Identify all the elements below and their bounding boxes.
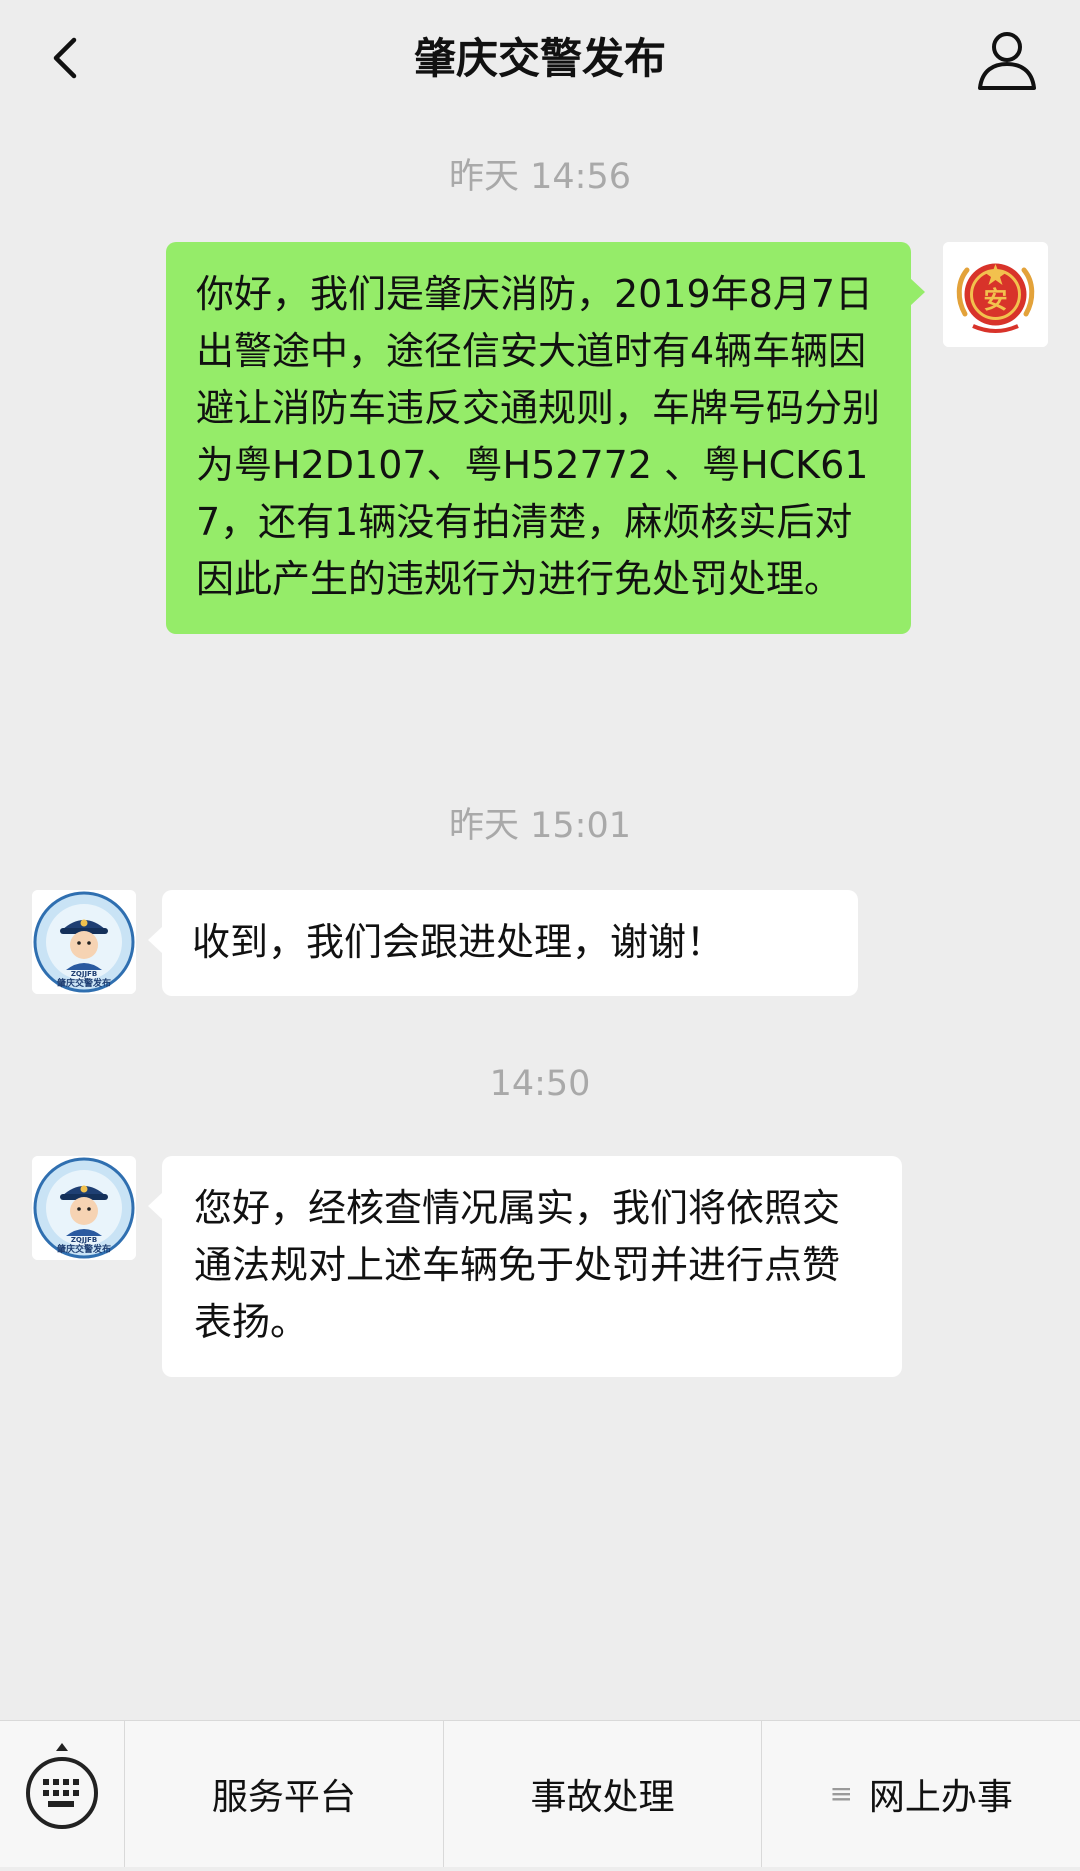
chevron-left-icon [53, 37, 77, 79]
traffic-police-mascot-icon: ZQJJFB 肇庆交警发布 [32, 1156, 136, 1260]
avatar-abbr: ZQJJFB [71, 970, 97, 978]
back-button[interactable] [38, 28, 98, 88]
profile-button[interactable] [974, 26, 1040, 92]
avatar-caption: 肇庆交警发布 [57, 1243, 111, 1255]
official-avatar[interactable]: ZQJJFB 肇庆交警发布 [32, 890, 136, 994]
message-timestamp: 昨天 15:01 [449, 806, 631, 846]
message-text: 你好，我们是肇庆消防，2019年8月7日出警途中，途径信安大道时有4辆车辆因避让… [196, 272, 881, 601]
chat-title: 肇庆交警发布 [413, 34, 666, 83]
chat-header: 肇庆交警发布 [0, 0, 1080, 118]
menu-label: 服务平台 [211, 1777, 356, 1818]
menu-service-platform[interactable]: 服务平台 [125, 1721, 444, 1867]
avatar-caption: 肇庆交警发布 [57, 977, 111, 989]
avatar-abbr: ZQJJFB [71, 1236, 97, 1244]
traffic-police-mascot-icon: ZQJJFB 肇庆交警发布 [32, 890, 136, 994]
message-timestamp: 昨天 14:56 [449, 157, 631, 197]
official-avatar[interactable]: ZQJJFB 肇庆交警发布 [32, 1156, 136, 1260]
bubble-tail [148, 1192, 163, 1220]
message-bubble-sent[interactable]: 你好，我们是肇庆消防，2019年8月7日出警途中，途径信安大道时有4辆车辆因避让… [166, 242, 911, 634]
menu-accident-handling[interactable]: 事故处理 [444, 1721, 763, 1867]
bubble-tail [148, 926, 163, 954]
bottom-menu-bar: 服务平台 事故处理 ≡ 网上办事 [0, 1720, 1080, 1867]
message-text: 收到，我们会跟进处理，谢谢！ [192, 920, 725, 964]
badge-glyph: 安 [984, 286, 1008, 314]
menu-online-services[interactable]: ≡ 网上办事 [762, 1721, 1080, 1867]
submenu-icon: ≡ [829, 1777, 853, 1810]
keyboard-toggle-button[interactable] [0, 1721, 125, 1867]
message-text: 您好，经核查情况属实，我们将依照交通法规对上述车辆免于处罚并进行点赞表扬。 [194, 1186, 841, 1344]
message-bubble-received[interactable]: 收到，我们会跟进处理，谢谢！ [162, 890, 858, 996]
user-avatar[interactable]: 安 [943, 242, 1048, 347]
fire-rescue-badge-icon: 安 [943, 242, 1048, 347]
menu-label: 网上办事 [868, 1777, 1013, 1818]
person-icon [978, 32, 1036, 90]
message-timestamp: 14:50 [489, 1064, 591, 1104]
bubble-tail [910, 278, 925, 306]
message-bubble-received[interactable]: 您好，经核查情况属实，我们将依照交通法规对上述车辆免于处罚并进行点赞表扬。 [162, 1156, 902, 1377]
keyboard-icon [26, 1743, 98, 1829]
menu-label: 事故处理 [530, 1777, 675, 1818]
